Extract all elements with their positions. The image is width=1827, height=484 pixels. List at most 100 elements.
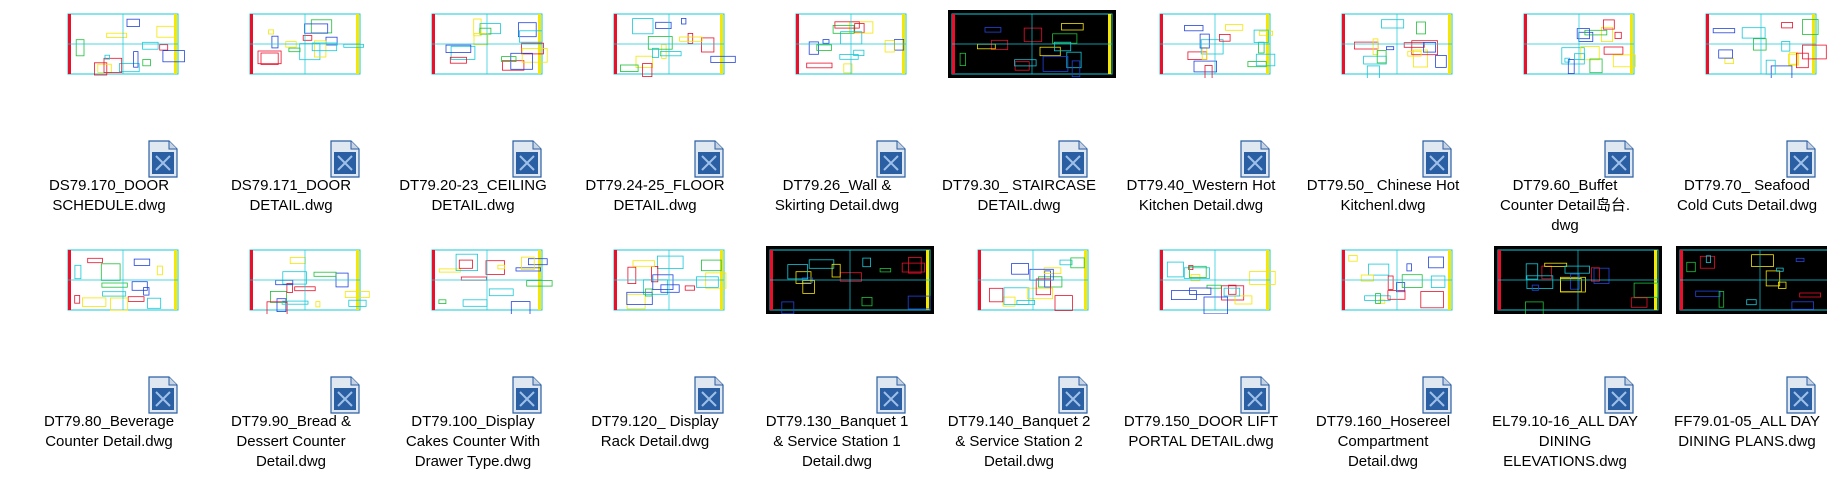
file-name-line: DETAIL.dwg: [977, 197, 1061, 214]
file-name-line: DT79.150_DOOR LIFT: [1123, 413, 1279, 430]
file-name-line: & Service Station 1: [773, 433, 901, 450]
file-item[interactable]: DT79.90_Bread & Dessert Counter Detail.dwg: [200, 236, 388, 472]
file-name-line: DS79.171_DOOR: [230, 177, 352, 194]
file-name-line: & Service Station 2: [955, 433, 1083, 450]
file-name-line: dwg: [1551, 217, 1579, 234]
file-name-line: Skirting Detail.dwg: [774, 197, 900, 214]
file-name-line: Kitchenl.dwg: [1340, 197, 1426, 214]
file-name-label[interactable]: EL79.10-16_ALL DAY DINING ELEVATIONS.dwg: [1476, 412, 1654, 472]
file-item[interactable]: DT79.70_ Seafood Cold Cuts Detail.dwg: [1656, 0, 1827, 236]
dwg-file-icon: [148, 376, 178, 414]
file-name-line: PORTAL DETAIL.dwg: [1128, 433, 1274, 450]
file-name-label[interactable]: DT79.130_Banquet 1 & Service Station 1 Det…: [748, 412, 926, 472]
file-name-line: DINING: [1538, 433, 1592, 450]
file-item[interactable]: DT79.100_Display Cakes Counter With Drawer…: [382, 236, 570, 472]
dwg-thumbnail[interactable]: [766, 246, 934, 314]
file-item[interactable]: DT79.50_ Chinese Hot Kitchenl.dwg: [1292, 0, 1480, 236]
file-item[interactable]: DS79.170_DOOR SCHEDULE.dwg: [18, 0, 206, 236]
dwg-file-icon: [1240, 376, 1270, 414]
file-item[interactable]: DT79.130_Banquet 1 & Service Station 1 Det…: [746, 236, 934, 472]
file-name-label[interactable]: DT79.40_Western Hot Kitchen Detail.dwg: [1112, 176, 1290, 216]
dwg-file-icon: [1058, 376, 1088, 414]
dwg-thumbnail[interactable]: [1130, 10, 1298, 78]
dwg-thumbnail[interactable]: [402, 10, 570, 78]
file-name-label[interactable]: DT79.60_Buffet Counter Detail岛台. dwg: [1476, 176, 1654, 236]
file-name-line: FF79.01-05_ALL DAY: [1674, 413, 1820, 430]
dwg-thumbnail[interactable]: [1312, 246, 1480, 314]
dwg-thumbnail[interactable]: [1130, 246, 1298, 314]
file-item[interactable]: DT79.30_ STAIRCASE DETAIL.dwg: [928, 0, 1116, 236]
dwg-thumbnail[interactable]: [1312, 10, 1480, 78]
dwg-thumbnail[interactable]: [948, 10, 1116, 78]
dwg-file-icon: [148, 140, 178, 178]
dwg-thumbnail[interactable]: [402, 246, 570, 314]
file-name-label[interactable]: DT79.120_ Display Rack Detail.dwg: [566, 412, 744, 452]
file-name-line: Counter Detail岛台.: [1499, 197, 1631, 214]
file-name-label[interactable]: DS79.171_DOOR DETAIL.dwg: [202, 176, 380, 216]
file-name-line: DT79.160_Hosereel: [1315, 413, 1451, 430]
file-name-line: DINING PLANS.dwg: [1678, 433, 1816, 450]
file-name-line: Cakes Counter With: [405, 433, 541, 450]
dwg-thumbnail[interactable]: [584, 246, 752, 314]
dwg-thumbnail[interactable]: [1676, 10, 1827, 78]
dwg-file-icon: [694, 376, 724, 414]
file-name-line: DT79.26_Wall &: [782, 177, 892, 194]
file-item[interactable]: DT79.20-23_CEILING DETAIL.dwg: [382, 0, 570, 236]
file-name-line: SCHEDULE.dwg: [52, 197, 166, 214]
dwg-thumbnail[interactable]: [220, 10, 388, 78]
file-name-label[interactable]: DT79.70_ Seafood Cold Cuts Detail.dwg: [1658, 176, 1827, 216]
file-item[interactable]: DT79.24-25_FLOOR DETAIL.dwg: [564, 0, 752, 236]
dwg-thumbnail[interactable]: [220, 246, 388, 314]
file-name-line: DETAIL.dwg: [431, 197, 515, 214]
dwg-file-icon: [330, 376, 360, 414]
file-item[interactable]: DT79.150_DOOR LIFT PORTAL DETAIL.dwg: [1110, 236, 1298, 472]
file-item[interactable]: DT79.160_Hosereel Compartment Detail.dwg: [1292, 236, 1480, 472]
dwg-thumbnail[interactable]: [38, 246, 206, 314]
file-name-line: DT79.130_Banquet 1: [765, 413, 909, 430]
file-item[interactable]: DT79.60_Buffet Counter Detail岛台. dwg: [1474, 0, 1662, 236]
file-item[interactable]: FF79.01-05_ALL DAY DINING PLANS.dwg: [1656, 236, 1827, 472]
dwg-thumbnail[interactable]: [38, 10, 206, 78]
file-name-line: EL79.10-16_ALL DAY: [1492, 413, 1638, 430]
file-name-label[interactable]: DT79.20-23_CEILING DETAIL.dwg: [384, 176, 562, 216]
file-item[interactable]: EL79.10-16_ALL DAY DINING ELEVATIONS.dwg: [1474, 236, 1662, 472]
file-name-label[interactable]: DS79.170_DOOR SCHEDULE.dwg: [20, 176, 198, 216]
file-name-label[interactable]: DT79.90_Bread & Dessert Counter Detail.dwg: [202, 412, 380, 472]
file-name-label[interactable]: FF79.01-05_ALL DAY DINING PLANS.dwg: [1658, 412, 1827, 452]
file-name-line: Detail.dwg: [255, 453, 327, 470]
dwg-thumbnail[interactable]: [1494, 246, 1662, 314]
file-item[interactable]: DT79.26_Wall & Skirting Detail.dwg: [746, 0, 934, 236]
file-name-label[interactable]: DT79.100_Display Cakes Counter With Drawer…: [384, 412, 562, 472]
file-name-line: DT79.50_ Chinese Hot: [1306, 177, 1460, 194]
file-name-line: Detail.dwg: [1347, 453, 1419, 470]
dwg-thumbnail[interactable]: [948, 246, 1116, 314]
file-name-label[interactable]: DT79.50_ Chinese Hot Kitchenl.dwg: [1294, 176, 1472, 216]
file-name-line: Detail.dwg: [983, 453, 1055, 470]
file-name-label[interactable]: DT79.160_Hosereel Compartment Detail.dwg: [1294, 412, 1472, 472]
file-name-label[interactable]: DT79.26_Wall & Skirting Detail.dwg: [748, 176, 926, 216]
file-name-line: DT79.20-23_CEILING: [399, 177, 547, 194]
file-item[interactable]: DT79.80_Beverage Counter Detail.dwg: [18, 236, 206, 472]
file-item[interactable]: DT79.40_Western Hot Kitchen Detail.dwg: [1110, 0, 1298, 236]
dwg-file-icon: [694, 140, 724, 178]
file-name-line: DT79.140_Banquet 2: [947, 413, 1091, 430]
dwg-thumbnail[interactable]: [1494, 10, 1662, 78]
file-name-label[interactable]: DT79.140_Banquet 2 & Service Station 2 Det…: [930, 412, 1108, 472]
file-name-label[interactable]: DT79.24-25_FLOOR DETAIL.dwg: [566, 176, 744, 216]
file-name-line: DS79.170_DOOR: [48, 177, 170, 194]
dwg-file-icon: [512, 376, 542, 414]
file-name-line: DT79.30_ STAIRCASE: [942, 177, 1096, 194]
dwg-thumbnail[interactable]: [766, 10, 934, 78]
file-name-line: Rack Detail.dwg: [600, 433, 710, 450]
file-name-line: Detail.dwg: [801, 453, 873, 470]
file-name-label[interactable]: DT79.150_DOOR LIFT PORTAL DETAIL.dwg: [1112, 412, 1290, 452]
file-name-line: Drawer Type.dwg: [414, 453, 532, 470]
dwg-thumbnail[interactable]: [1676, 246, 1827, 314]
file-name-label[interactable]: DT79.30_ STAIRCASE DETAIL.dwg: [930, 176, 1108, 216]
file-item[interactable]: DT79.140_Banquet 2 & Service Station 2 Det…: [928, 236, 1116, 472]
file-name-label[interactable]: DT79.80_Beverage Counter Detail.dwg: [20, 412, 198, 452]
file-item[interactable]: DS79.171_DOOR DETAIL.dwg: [200, 0, 388, 236]
file-grid: DS79.170_DOOR SCHEDULE.dwg DS79.171_DOOR D…: [18, 0, 1827, 484]
dwg-thumbnail[interactable]: [584, 10, 752, 78]
file-item[interactable]: DT79.120_ Display Rack Detail.dwg: [564, 236, 752, 472]
